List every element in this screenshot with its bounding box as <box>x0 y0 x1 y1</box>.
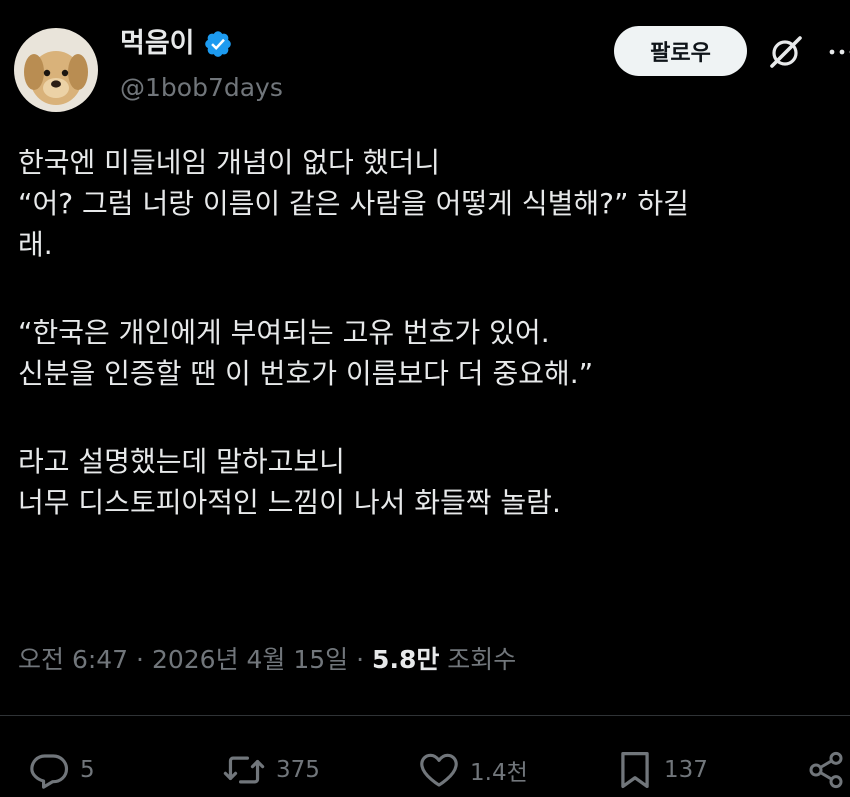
repost-button[interactable]: 375 <box>222 748 320 792</box>
tweet-line: 한국엔 미들네임 개념이 없다 했더니 <box>18 146 441 179</box>
tweet-line: 너무 디스토피아적인 느낌이 나서 화들짝 놀람. <box>18 486 561 519</box>
share-icon <box>809 751 843 789</box>
tweet-date[interactable]: 2026년 4월 15일 <box>152 645 348 674</box>
bookmark-icon <box>621 751 649 789</box>
tweet-meta: 오전 6:47 · 2026년 4월 15일 · 5.8만 조회수 <box>18 642 516 678</box>
views-label: 조회수 <box>447 645 517 674</box>
tweet-line: 라고 설명했는데 말하고보니 <box>18 445 345 478</box>
reply-button[interactable]: 5 <box>28 748 95 792</box>
reply-icon <box>30 754 69 789</box>
bookmark-count: 137 <box>664 757 708 783</box>
repost-count: 375 <box>276 757 320 783</box>
views-count[interactable]: 5.8만 <box>372 645 439 674</box>
author-name-row: 먹음이 <box>120 26 233 62</box>
meta-separator: · <box>136 645 144 674</box>
tweet-line: 신분을 인증할 땐 이 번호가 이름보다 더 중요해.” <box>18 357 594 390</box>
verified-badge-icon[interactable] <box>203 29 233 59</box>
like-count: 1.4천 <box>470 760 528 786</box>
heart-icon <box>420 753 458 787</box>
author-handle[interactable]: @1bob7days <box>120 72 283 104</box>
tweet-time[interactable]: 오전 6:47 <box>18 645 128 674</box>
divider <box>0 715 850 716</box>
repost-icon <box>223 756 265 784</box>
share-button[interactable] <box>806 748 846 792</box>
meta-separator: · <box>356 645 365 674</box>
puppy-avatar-icon <box>14 28 98 112</box>
more-dots-icon[interactable] <box>826 40 850 64</box>
tweet-line: “한국은 개인에게 부여되는 고유 번호가 있어. <box>18 316 550 349</box>
follow-button[interactable]: 팔로우 <box>614 26 747 76</box>
display-name[interactable]: 먹음이 <box>120 26 195 62</box>
avatar[interactable] <box>14 28 98 112</box>
reply-count: 5 <box>80 757 95 783</box>
tweet-line: 래. <box>18 228 53 261</box>
bookmark-button[interactable]: 137 <box>616 748 708 792</box>
tweet-text: 한국엔 미들네임 개념이 없다 했더니 “어? 그럼 너랑 이름이 같은 사람을… <box>18 142 838 523</box>
grok-icon[interactable] <box>766 32 806 72</box>
tweet-line: “어? 그럼 너랑 이름이 같은 사람을 어떻게 식별해?” 하길 <box>18 187 689 220</box>
like-button[interactable]: 1.4천 <box>418 748 528 792</box>
